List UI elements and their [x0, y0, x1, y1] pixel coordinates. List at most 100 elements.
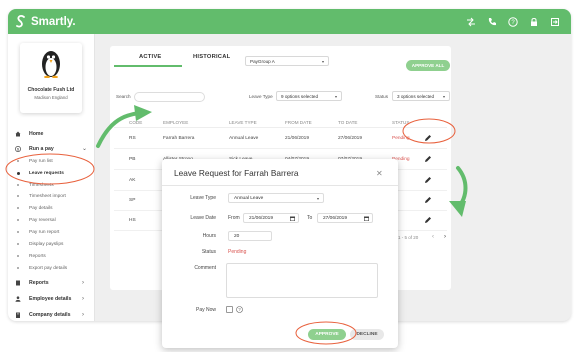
- cell-from-date: 21/06/2019: [285, 136, 310, 141]
- smartly-logo-icon: [16, 15, 25, 28]
- shuffle-icon[interactable]: [465, 15, 477, 27]
- leave-type-filter-value: 9 options selected: [281, 93, 319, 99]
- sidebar-subitem-label: Export pay details: [29, 265, 68, 271]
- search-label: Search: [116, 94, 131, 99]
- company-location: Madison England: [34, 95, 68, 100]
- sidebar-subitem-leave-requests[interactable]: Leave requests: [8, 168, 95, 178]
- sidebar-item-reports[interactable]: Reports ›: [8, 277, 95, 288]
- sidebar-item-label: Company details: [29, 311, 71, 318]
- bullet-icon: [16, 171, 20, 175]
- column-header-leave-type[interactable]: LEAVE TYPE: [229, 120, 257, 125]
- search-input[interactable]: [134, 92, 205, 102]
- leave-type-select[interactable]: Annual Leave ▾: [228, 193, 324, 203]
- building-icon: [16, 312, 20, 318]
- sidebar-subitem-pay-details[interactable]: Pay details: [8, 203, 95, 213]
- brand-logo[interactable]: Smartly.: [16, 14, 76, 29]
- lock-icon[interactable]: [528, 15, 540, 27]
- help-icon[interactable]: ?: [236, 306, 243, 313]
- company-card[interactable]: Chocolate Fush Ltd Madison England: [20, 43, 82, 113]
- pay-now-checkbox[interactable]: [226, 306, 233, 313]
- calendar-icon[interactable]: [364, 216, 369, 221]
- cell-code: SP: [129, 198, 136, 203]
- comment-textarea[interactable]: [226, 263, 378, 298]
- leave-type-filter-label: Leave Type: [249, 94, 273, 99]
- column-header-employee[interactable]: EMPLOYEE: [163, 120, 188, 125]
- sidebar-subitem-label: Pay run report: [29, 229, 60, 235]
- sidebar-item-employee-details[interactable]: Employee details ›: [8, 293, 95, 304]
- column-header-to-date[interactable]: TO DATE: [338, 120, 357, 125]
- close-icon[interactable]: ✕: [376, 169, 383, 178]
- from-date-input[interactable]: 21/06/2019: [243, 213, 299, 223]
- cell-code: PB: [129, 157, 136, 162]
- leave-date-label: Leave Date: [190, 215, 216, 221]
- column-header-status[interactable]: STATUS: [392, 120, 409, 125]
- modal-title: Leave Request for Farrah Barrera: [174, 168, 299, 178]
- sidebar-item-run-a-pay[interactable]: $ Run a pay ⌄: [8, 143, 95, 154]
- calendar-icon[interactable]: [290, 216, 295, 221]
- bullet-icon: [17, 160, 19, 162]
- sidebar-item-label: Employee details: [29, 295, 72, 302]
- company-name: Chocolate Fush Ltd: [27, 87, 75, 93]
- column-header-from-date[interactable]: FROM DATE: [285, 120, 312, 125]
- edit-pencil-icon[interactable]: [424, 176, 432, 184]
- edit-pencil-icon[interactable]: [424, 155, 432, 163]
- tab-historical[interactable]: HISTORICAL: [193, 54, 230, 60]
- sidebar-subitem-timesheet-import[interactable]: Timesheet import: [8, 191, 95, 201]
- hours-input[interactable]: 20: [228, 231, 272, 241]
- chevron-down-icon: ⌄: [82, 146, 88, 152]
- phone-icon[interactable]: [486, 15, 498, 27]
- sidebar-subitem-label: Timesheets: [29, 182, 54, 188]
- bullet-icon: [17, 184, 19, 186]
- leave-type-label: Leave Type: [190, 195, 216, 201]
- chevron-right-icon: ›: [82, 311, 84, 318]
- dollar-icon: $: [15, 145, 21, 152]
- decline-button[interactable]: DECLINE: [350, 329, 384, 340]
- hours-label: Hours: [202, 233, 216, 239]
- caret-down-icon: ▾: [321, 59, 324, 64]
- modal-divider: [162, 185, 398, 186]
- cell-status: Pending: [392, 136, 410, 141]
- sidebar-subitem-export-pay-details[interactable]: Export pay details: [8, 263, 95, 273]
- pagination: 1 - 5 of 20 ‹ ›: [398, 234, 446, 240]
- help-icon[interactable]: ?: [507, 15, 519, 27]
- approve-all-button[interactable]: APPROVE ALL: [406, 60, 450, 71]
- svg-text:?: ?: [511, 20, 515, 26]
- table-row[interactable]: RS Farrah Barrera Annual Leave 21/06/201…: [114, 129, 447, 149]
- sidebar-item-home[interactable]: Home: [8, 128, 95, 139]
- sidebar-subitem-label: Leave requests: [29, 170, 64, 176]
- edit-pencil-icon[interactable]: [424, 134, 432, 142]
- sidebar-subitem-label: Timesheet import: [29, 193, 66, 199]
- status-filter-value: 3 options selected: [397, 93, 435, 99]
- sidebar-subitem-label: Reports: [29, 253, 46, 259]
- to-date-input[interactable]: 27/06/2019: [317, 213, 373, 223]
- sidebar-subitem-display-payslips[interactable]: Display payslips: [8, 239, 95, 249]
- cell-employee: Farrah Barrera: [163, 136, 195, 141]
- logout-icon[interactable]: [549, 15, 561, 27]
- chevron-right-icon[interactable]: ›: [444, 234, 446, 240]
- caret-down-icon: ▾: [442, 94, 445, 99]
- sidebar-subitem-pay-run-report[interactable]: Pay run report: [8, 227, 95, 237]
- caret-down-icon: ▾: [334, 94, 337, 99]
- sidebar-subitem-timesheets[interactable]: Timesheets: [8, 180, 95, 190]
- sidebar-subitem-reports[interactable]: Reports: [8, 251, 95, 261]
- paygroup-select[interactable]: PayGroup A ▾: [245, 56, 329, 66]
- edit-pencil-icon[interactable]: [424, 216, 432, 224]
- leave-type-filter-select[interactable]: 9 options selected ▾: [276, 91, 342, 101]
- approve-button[interactable]: APPROVE: [308, 329, 346, 340]
- cell-code: AK: [129, 178, 136, 183]
- column-header-code[interactable]: CODE: [129, 120, 142, 125]
- bullet-icon: [17, 243, 19, 245]
- pay-now-label: Pay Now: [195, 307, 216, 313]
- bullet-icon: [17, 219, 19, 221]
- sidebar-item-company-details[interactable]: Company details ›: [8, 309, 95, 320]
- sidebar-subitem-pay-reversal[interactable]: Pay reversal: [8, 215, 95, 225]
- chevron-left-icon[interactable]: ‹: [432, 234, 434, 240]
- tab-active[interactable]: ACTIVE: [139, 54, 161, 60]
- brand-name: Smartly.: [31, 15, 76, 28]
- sidebar-subitem-pay-run-list[interactable]: Pay run list: [8, 156, 95, 166]
- edit-pencil-icon[interactable]: [424, 196, 432, 204]
- cell-to-date: 27/06/2019: [338, 136, 363, 141]
- status-filter-select[interactable]: 3 options selected ▾: [392, 91, 450, 101]
- tab-underline: [114, 65, 182, 67]
- sidebar-subitem-label: Pay details: [29, 205, 53, 211]
